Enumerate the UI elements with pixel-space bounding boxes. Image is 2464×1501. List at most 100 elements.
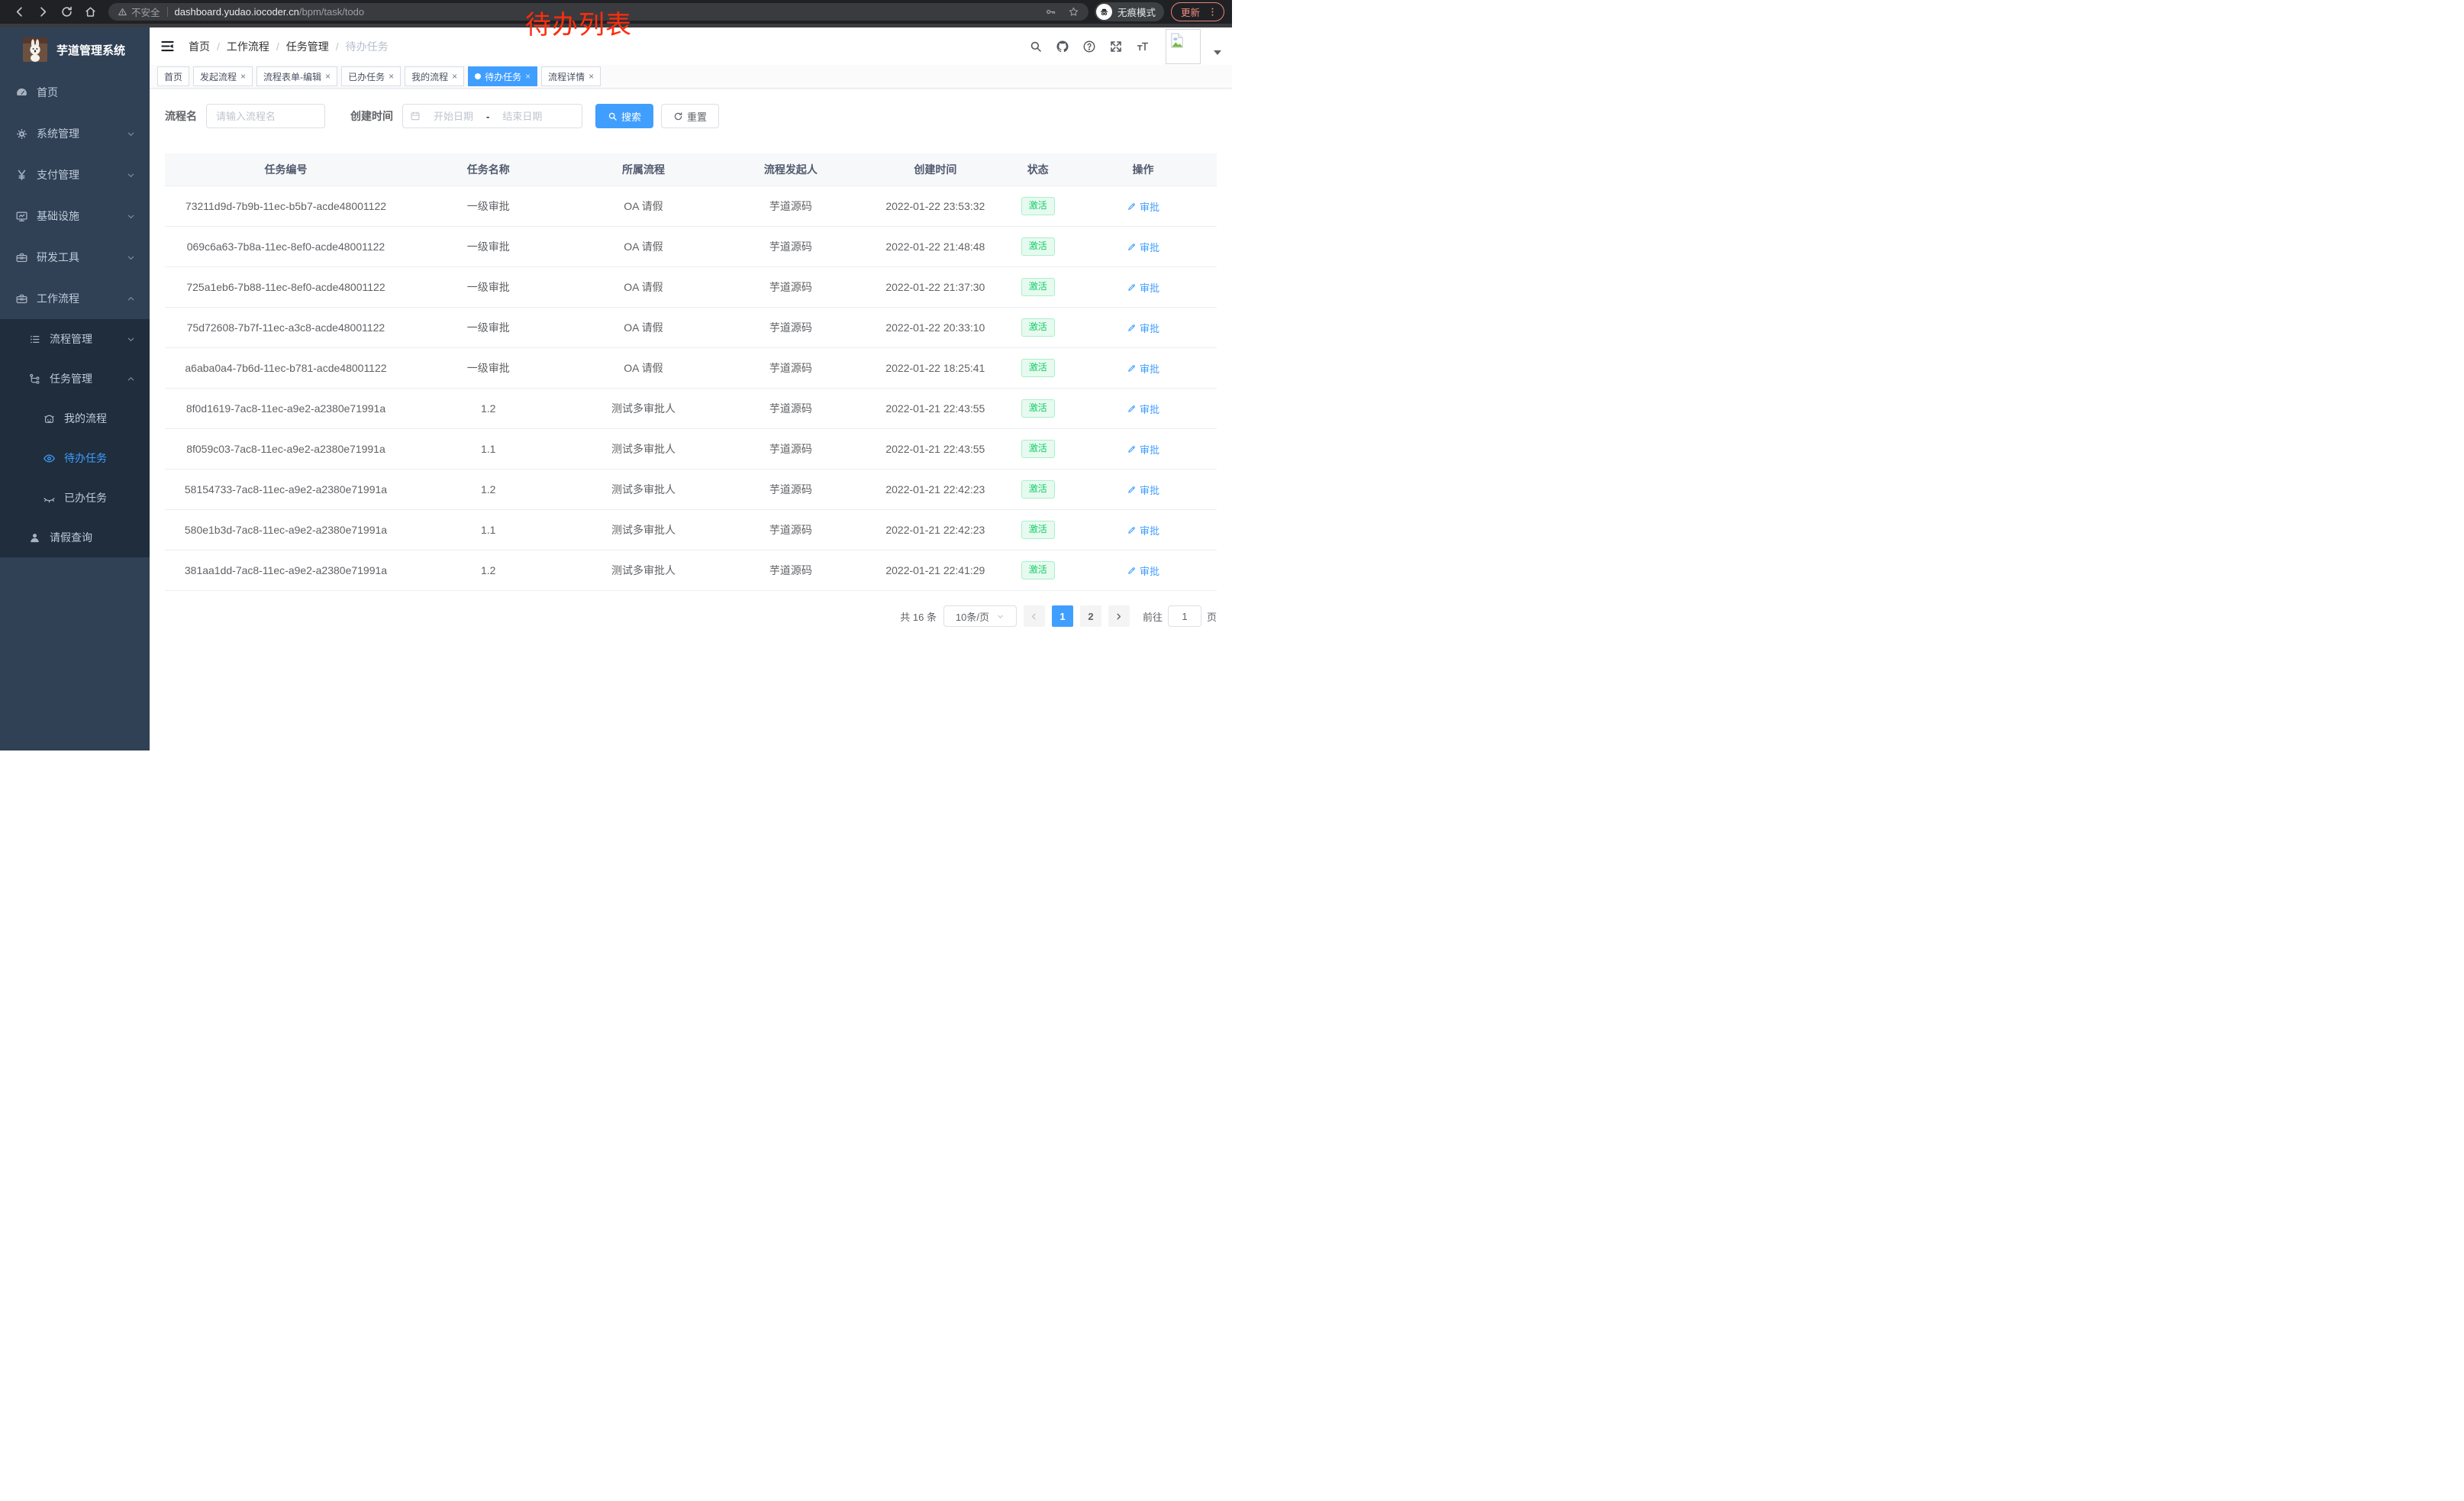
edit-icon — [1127, 444, 1137, 454]
search-icon[interactable] — [1029, 40, 1043, 53]
create-time-cell: 2022-01-22 21:48:48 — [864, 227, 1006, 267]
approve-link[interactable]: 审批 — [1127, 280, 1159, 295]
briefcase-icon — [15, 292, 28, 305]
col-starter: 流程发起人 — [717, 153, 864, 186]
approve-link[interactable]: 审批 — [1127, 442, 1159, 457]
incognito-badge: 无痕模式 — [1095, 2, 1164, 21]
date-range-picker[interactable]: - — [402, 104, 582, 128]
chrome-menu-icon[interactable] — [1207, 6, 1218, 18]
sidebar-item-task-mgmt[interactable]: 任务管理 — [0, 359, 150, 399]
sidebar-item-devtools[interactable]: 研发工具 — [0, 237, 150, 278]
sidebar-item-payment[interactable]: 支付管理 — [0, 154, 150, 195]
security-label[interactable]: 不安全 — [131, 5, 160, 19]
sidebar-item-workflow[interactable]: 工作流程 — [0, 278, 150, 319]
close-icon[interactable]: × — [325, 72, 331, 81]
tab-start-process[interactable]: 发起流程× — [193, 66, 253, 86]
tab-form-edit[interactable]: 流程表单-编辑× — [256, 66, 337, 86]
approve-link[interactable]: 审批 — [1127, 321, 1159, 335]
github-icon[interactable] — [1056, 40, 1069, 53]
gear-icon — [15, 128, 28, 140]
reset-button[interactable]: 重置 — [661, 104, 719, 128]
close-icon[interactable]: × — [452, 72, 457, 81]
sidebar-item-home[interactable]: 首页 — [0, 72, 150, 113]
help-icon[interactable] — [1082, 40, 1096, 53]
breadcrumb-separator: / — [276, 40, 279, 53]
tags-view-bar: 首页 发起流程× 流程表单-编辑× 已办任务× 我的流程× 待办任务× 流程详情… — [150, 65, 1232, 89]
close-icon[interactable]: × — [589, 72, 594, 81]
sidebar-item-my-process[interactable]: 我的流程 — [0, 399, 150, 438]
table-row: 8f0d1619-7ac8-11ec-a9e2-a2380e71991a 1.2… — [165, 389, 1217, 429]
app-logo[interactable]: 芋道管理系统 — [0, 27, 150, 72]
col-action: 操作 — [1069, 153, 1217, 186]
process-cell: OA 请假 — [570, 348, 718, 389]
reload-icon[interactable] — [60, 5, 73, 18]
process-name-input[interactable] — [206, 104, 325, 128]
page-size-select[interactable]: 10条/页 — [943, 605, 1017, 627]
approve-link[interactable]: 审批 — [1127, 483, 1159, 497]
table-row: 73211d9d-7b9b-11ec-b5b7-acde48001122 一级审… — [165, 186, 1217, 227]
chevron-up-icon — [126, 374, 136, 384]
sidebar-item-system[interactable]: 系统管理 — [0, 113, 150, 154]
sidebar-fold-icon[interactable] — [160, 39, 175, 53]
action-cell: 审批 — [1069, 550, 1217, 591]
approve-link[interactable]: 审批 — [1127, 523, 1159, 537]
close-icon[interactable]: × — [389, 72, 394, 81]
task-id-cell: 381aa1dd-7ac8-11ec-a9e2-a2380e71991a — [165, 550, 407, 591]
chevron-down-icon — [126, 253, 136, 263]
goto-page-input[interactable] — [1168, 605, 1201, 627]
starter-cell: 芋道源码 — [717, 267, 864, 308]
approve-link[interactable]: 审批 — [1127, 240, 1159, 254]
approve-link[interactable]: 审批 — [1127, 402, 1159, 416]
approve-link[interactable]: 审批 — [1127, 361, 1159, 376]
incognito-label: 无痕模式 — [1118, 5, 1156, 19]
close-icon[interactable]: × — [525, 72, 531, 81]
tab-my-process[interactable]: 我的流程× — [405, 66, 464, 86]
home-icon[interactable] — [84, 5, 97, 18]
sidebar-item-todo-tasks[interactable]: 待办任务 — [0, 438, 150, 478]
font-size-icon[interactable] — [1136, 40, 1150, 53]
sidebar-item-process-mgmt[interactable]: 流程管理 — [0, 319, 150, 359]
filter-bar: 流程名 创建时间 - 搜索 重置 — [165, 104, 1217, 128]
end-date-input[interactable] — [493, 111, 551, 122]
fullscreen-icon[interactable] — [1109, 40, 1123, 53]
start-date-input[interactable] — [424, 111, 482, 122]
update-button[interactable]: 更新 — [1171, 2, 1224, 21]
approve-link[interactable]: 审批 — [1127, 563, 1159, 578]
next-page-button[interactable] — [1108, 605, 1130, 627]
approve-link[interactable]: 审批 — [1127, 199, 1159, 214]
col-process: 所属流程 — [570, 153, 718, 186]
edit-icon — [1127, 202, 1137, 211]
sidebar-item-done-tasks[interactable]: 已办任务 — [0, 478, 150, 518]
breadcrumb-task-mgmt[interactable]: 任务管理 — [286, 39, 329, 54]
page-1-button[interactable]: 1 — [1052, 605, 1073, 627]
key-icon[interactable] — [1045, 6, 1056, 18]
goto-label: 前往 — [1143, 609, 1163, 624]
page-2-button[interactable]: 2 — [1080, 605, 1101, 627]
sidebar-menu: 首页 系统管理 支付管理 基础设施 — [0, 72, 150, 557]
prev-page-button[interactable] — [1024, 605, 1045, 627]
breadcrumb-workflow[interactable]: 工作流程 — [227, 39, 269, 54]
tab-home[interactable]: 首页 — [157, 66, 189, 86]
search-button[interactable]: 搜索 — [595, 104, 653, 128]
process-cell: OA 请假 — [570, 308, 718, 348]
url-divider — [167, 7, 168, 17]
task-id-cell: 069c6a63-7b8a-11ec-8ef0-acde48001122 — [165, 227, 407, 267]
bookmark-star-icon[interactable] — [1068, 6, 1079, 18]
tab-todo-tasks[interactable]: 待办任务× — [468, 66, 537, 86]
back-icon[interactable] — [13, 5, 26, 18]
avatar-dropdown-caret-icon[interactable] — [1214, 50, 1221, 55]
task-name-cell: 1.2 — [407, 389, 570, 429]
task-id-cell: 8f0d1619-7ac8-11ec-a9e2-a2380e71991a — [165, 389, 407, 429]
avatar[interactable] — [1166, 29, 1201, 64]
breadcrumb-home[interactable]: 首页 — [189, 39, 210, 54]
sidebar-item-infra[interactable]: 基础设施 — [0, 195, 150, 237]
sidebar-item-leave-query[interactable]: 请假查询 — [0, 518, 150, 557]
refresh-icon — [673, 111, 683, 121]
forward-icon[interactable] — [37, 5, 50, 18]
tab-process-detail[interactable]: 流程详情× — [541, 66, 601, 86]
edit-icon — [1127, 566, 1137, 576]
starter-cell: 芋道源码 — [717, 429, 864, 470]
close-icon[interactable]: × — [240, 72, 246, 81]
starter-cell: 芋道源码 — [717, 389, 864, 429]
tab-done-tasks[interactable]: 已办任务× — [341, 66, 401, 86]
